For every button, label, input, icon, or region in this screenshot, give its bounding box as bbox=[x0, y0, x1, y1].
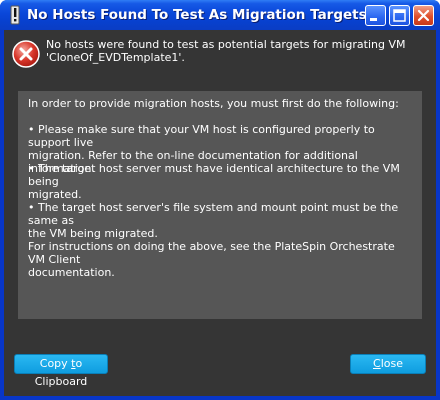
dialog-body: No hosts were found to test as potential… bbox=[4, 30, 436, 396]
copy-to-clipboard-button[interactable]: Copy to Clipboard bbox=[14, 354, 108, 388]
header-message: No hosts were found to test as potential… bbox=[46, 38, 406, 64]
maximize-icon bbox=[393, 9, 406, 22]
maximize-button[interactable] bbox=[389, 5, 410, 26]
close-label-post: lose bbox=[380, 357, 403, 370]
minimize-button[interactable] bbox=[365, 5, 386, 26]
close-label-mnemonic: C bbox=[373, 357, 381, 370]
instructions-bullet-3: • The target host server's file system a… bbox=[28, 201, 399, 240]
instructions-panel: In order to provide migration hosts, you… bbox=[18, 91, 422, 319]
window-title: No Hosts Found To Test As Migration Targ… bbox=[27, 7, 367, 23]
copy-label-pre: Copy bbox=[39, 357, 72, 370]
instructions-footer: For instructions on doing the above, see… bbox=[28, 240, 395, 279]
close-window-button[interactable] bbox=[413, 5, 434, 26]
close-button[interactable]: Close bbox=[350, 354, 426, 374]
exclamation-icon bbox=[6, 5, 24, 25]
error-x-icon bbox=[12, 40, 40, 68]
title-bar[interactable]: No Hosts Found To Test As Migration Targ… bbox=[0, 0, 440, 30]
instructions-intro: In order to provide migration hosts, you… bbox=[28, 97, 399, 110]
dialog-window: No Hosts Found To Test As Migration Targ… bbox=[0, 0, 440, 400]
close-icon bbox=[417, 9, 430, 22]
instructions-bullet-2: • The target host server must have ident… bbox=[28, 162, 400, 201]
minimize-icon bbox=[370, 18, 377, 21]
